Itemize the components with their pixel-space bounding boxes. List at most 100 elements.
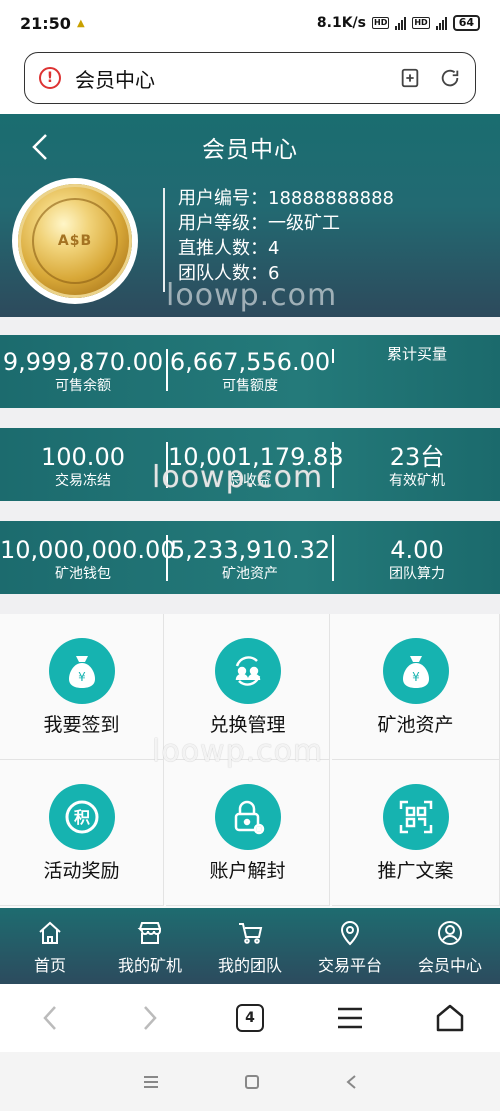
stat-label: 有效矿机 — [389, 473, 445, 489]
status-bar: 21:50 ▲ 8.1K/s HD HD 64 — [0, 0, 500, 46]
stat-value: 100.00 — [41, 443, 125, 471]
qrcode-icon — [382, 784, 449, 850]
stat-value: 5,233,910.32 — [169, 536, 331, 564]
exchange-icon — [214, 638, 281, 704]
tab-my-team[interactable]: 我的团队 — [200, 908, 300, 984]
home-outline-icon — [436, 1004, 464, 1032]
stats-band-1: 9,999,870.00 可售余额 6,667,556.00 可售额度 累计买量 — [0, 335, 500, 408]
refresh-icon[interactable] — [439, 67, 461, 89]
tab-member-center[interactable]: 会员中心 — [400, 908, 500, 984]
system-nav-bar — [0, 1052, 500, 1111]
svg-text:¥: ¥ — [412, 670, 420, 684]
tab-label: 首页 — [33, 956, 66, 975]
signal-4g-icon — [435, 16, 447, 30]
stat-label: 累计买量 — [386, 345, 447, 363]
home-square-icon[interactable] — [244, 1074, 260, 1090]
menu-label: 活动奖励 — [43, 860, 120, 882]
store-icon — [137, 922, 161, 944]
coin-text: A$B — [32, 198, 118, 284]
user-level: 用户等级：一级矿工 — [178, 213, 340, 234]
menu-grid: ¥ 我要签到 兑换管理 ¥ 矿池资产 积 活动奖励 账户解封 推广文案 loow… — [0, 614, 500, 908]
stat-value: 6,667,556.00 — [169, 348, 331, 376]
stat-value: 4.00 — [390, 536, 444, 564]
stat-available-balance: 9,999,870.00 可售余额 — [0, 335, 166, 408]
user-icon — [438, 921, 462, 945]
watermark-3: loowp.com — [152, 734, 324, 769]
location-icon — [340, 921, 360, 946]
menu-account-unlock[interactable]: 账户解封 — [166, 760, 330, 906]
stat-available-quota: 6,667,556.00 可售额度 — [168, 335, 332, 408]
stat-pool-assets: 5,233,910.32 矿池资产 — [168, 521, 332, 594]
status-time: 21:50 — [20, 13, 71, 33]
points-icon: 积 — [48, 784, 115, 850]
bottom-tab-nav: 首页 我的矿机 我的团队 交易平台 会员中心 — [0, 908, 500, 984]
menu-label: 矿池资产 — [377, 714, 454, 736]
tab-trading[interactable]: 交易平台 — [300, 908, 400, 984]
user-id: 用户编号：18888888888 — [178, 188, 394, 209]
menu-label: 我要签到 — [43, 714, 120, 736]
hd-badge-2: HD — [412, 17, 430, 29]
browser-home-button[interactable] — [400, 1003, 500, 1033]
chevron-left-icon — [43, 1006, 56, 1030]
tab-label: 我的矿机 — [117, 956, 182, 975]
stat-label: 可售余额 — [55, 378, 111, 394]
svg-text:¥: ¥ — [78, 670, 86, 684]
menu-checkin[interactable]: ¥ 我要签到 — [0, 614, 164, 760]
recents-icon[interactable] — [143, 1075, 159, 1089]
menu-label: 兑换管理 — [209, 714, 286, 736]
direct-referrals: 直推人数：4 — [178, 238, 280, 259]
menu-promo-copy[interactable]: 推广文案 — [332, 760, 500, 906]
menu-label: 推广文案 — [377, 860, 454, 882]
status-right: 8.1K/s HD HD 64 — [317, 15, 480, 31]
tab-label: 交易平台 — [317, 956, 382, 975]
stat-active-miners: 23台 有效矿机 — [334, 428, 500, 501]
back-triangle-icon[interactable] — [345, 1074, 357, 1090]
menu-icon — [338, 1007, 362, 1029]
watermark-1: loowp.com — [166, 278, 338, 313]
address-title[interactable]: 会员中心 — [75, 64, 155, 93]
svg-text:积: 积 — [73, 808, 89, 827]
tab-my-miners[interactable]: 我的矿机 — [100, 908, 200, 984]
add-bookmark-icon[interactable] — [399, 67, 421, 89]
network-speed: 8.1K/s — [316, 15, 366, 31]
stat-pool-wallet: 10,000,000.00 矿池钱包 — [0, 521, 176, 594]
browser-menu-button[interactable] — [300, 1006, 400, 1030]
stat-label: 交易冻结 — [55, 473, 111, 489]
stat-value: 10,000,000.00 — [0, 536, 176, 564]
stats-band-2: 100.00 交易冻结 10,001,179.83 总收益 23台 有效矿机 l… — [0, 428, 500, 501]
stat-label: 可售额度 — [222, 378, 278, 394]
stat-total-bought: 累计买量 — [334, 335, 500, 408]
chevron-right-icon — [144, 1006, 157, 1030]
hd-badge-1: HD — [372, 17, 390, 29]
stat-value: 9,999,870.00 — [2, 348, 164, 376]
battery-indicator: 64 — [452, 15, 480, 31]
home-icon — [39, 921, 61, 944]
tab-label: 会员中心 — [417, 956, 482, 975]
cart-icon — [239, 923, 263, 944]
user-info: 用户编号：18888888888 用户等级：一级矿工 直推人数：4 团队人数：6 — [178, 186, 394, 286]
browser-tabs-button[interactable]: 4 — [200, 1004, 300, 1032]
avatar-coin[interactable]: A$B — [18, 184, 132, 298]
stats-band-3: 10,000,000.00 矿池钱包 5,233,910.32 矿池资产 4.0… — [0, 521, 500, 594]
menu-label: 账户解封 — [209, 860, 286, 882]
tab-count: 4 — [236, 1004, 264, 1032]
stat-label: 团队算力 — [389, 566, 445, 582]
tab-home[interactable]: 首页 — [0, 908, 100, 984]
browser-address-area: ! 会员中心 — [0, 46, 500, 114]
stat-value: 23台 — [389, 443, 445, 471]
page-title: 会员中心 — [202, 137, 298, 163]
tab-label: 我的团队 — [217, 956, 282, 975]
notification-icon: ▲ — [76, 17, 85, 29]
menu-pool-assets[interactable]: ¥ 矿池资产 — [332, 614, 500, 760]
money-bag-icon: ¥ — [48, 638, 115, 704]
browser-back-button[interactable] — [0, 1003, 100, 1033]
stat-team-hashrate: 4.00 团队算力 — [334, 521, 500, 594]
address-bar[interactable]: ! 会员中心 — [24, 52, 476, 104]
browser-forward-button[interactable] — [100, 1003, 200, 1033]
member-header: 会员中心 A$B 用户编号：18888888888 用户等级：一级矿工 直推人数… — [0, 114, 500, 317]
warning-icon[interactable]: ! — [39, 67, 61, 89]
menu-activity-rewards[interactable]: 积 活动奖励 — [0, 760, 164, 906]
browser-bottom-bar: 4 — [0, 984, 500, 1052]
money-bag-icon: ¥ — [382, 638, 449, 704]
watermark-2: loowp.com — [152, 460, 324, 495]
